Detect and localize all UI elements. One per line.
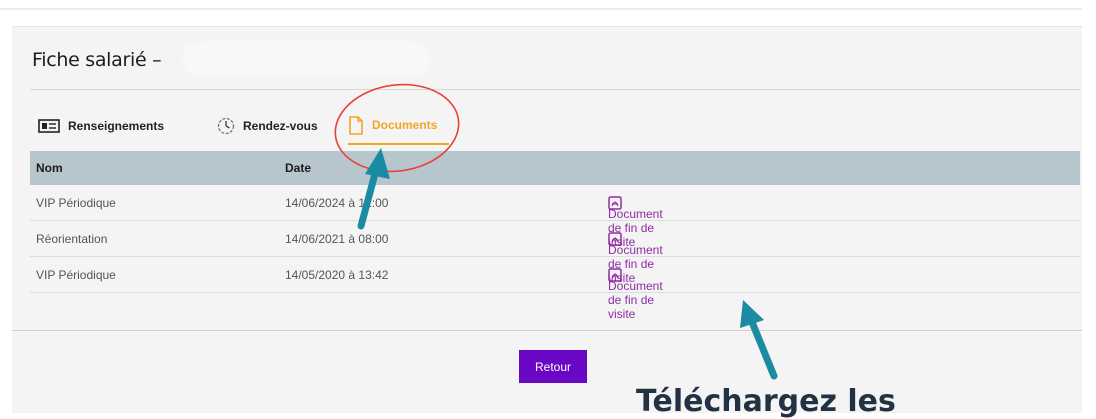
tab-renseignements[interactable]: Renseignements — [38, 107, 164, 145]
document-link[interactable]: Document de fin de visite — [608, 268, 663, 321]
documents-table: Nom Date VIP Périodique 14/06/2024 à 12:… — [30, 151, 1080, 321]
tab-rendez-vous[interactable]: Rendez-vous — [217, 107, 318, 145]
footer-divider — [12, 330, 1082, 331]
document-link[interactable]: Document de fin de visite — [608, 196, 663, 249]
title-divider — [30, 89, 1080, 90]
employee-card: Fiche salarié – Renseignements Rendez-vo… — [12, 26, 1082, 413]
table-row: VIP Périodique 14/06/2024 à 12:00 Docume… — [30, 185, 1080, 249]
tab-documents[interactable]: Documents — [348, 107, 450, 145]
redacted-name — [182, 41, 432, 77]
cell-nom: VIP Périodique — [36, 196, 116, 210]
column-header-nom: Nom — [36, 161, 63, 175]
table-row: VIP Périodique 14/05/2020 à 13:42 Docume… — [30, 257, 1080, 321]
cell-date: 14/06/2021 à 08:00 — [285, 232, 389, 246]
retour-button[interactable]: Retour — [519, 350, 587, 383]
cell-nom: VIP Périodique — [36, 268, 116, 282]
document-link[interactable]: Document de fin de visite — [608, 232, 663, 285]
tab-label: Renseignements — [68, 119, 165, 133]
tutorial-caption: Téléchargez les — [636, 384, 896, 419]
column-header-date: Date — [285, 161, 312, 175]
top-divider — [0, 8, 1082, 10]
clock-icon — [217, 117, 235, 135]
page-title: Fiche salarié – — [32, 49, 162, 71]
cell-nom: Réorientation — [36, 232, 108, 246]
table-header: Nom Date — [30, 151, 1080, 185]
tab-label: Rendez-vous — [243, 119, 318, 133]
tab-bar: Renseignements Rendez-vous Documents — [30, 107, 1080, 145]
document-icon — [348, 115, 364, 135]
cell-date: 14/06/2024 à 12:00 — [285, 196, 389, 210]
table-row: Réorientation 14/06/2021 à 08:00 Documen… — [30, 221, 1080, 285]
id-card-icon — [38, 119, 60, 133]
tab-label: Documents — [372, 118, 438, 132]
cell-date: 14/05/2020 à 13:42 — [285, 268, 389, 282]
document-link-label: Document de fin de visite — [608, 279, 663, 321]
